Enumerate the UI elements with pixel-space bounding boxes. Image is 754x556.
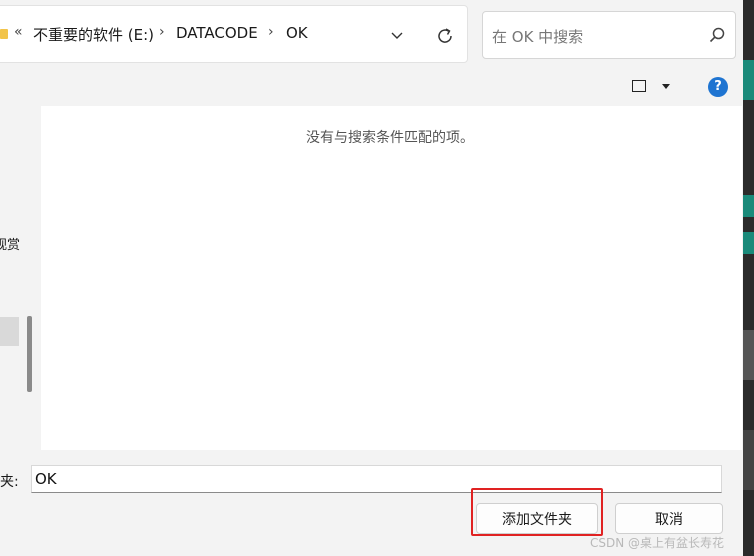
nav-item-partial[interactable]: 视赏: [0, 234, 20, 253]
toolbar: [0, 68, 742, 106]
view-mode-icon[interactable]: [632, 80, 646, 92]
breadcrumb-separator-icon: ›: [159, 24, 165, 40]
help-icon[interactable]: ?: [708, 77, 728, 97]
view-dropdown-icon[interactable]: [662, 84, 670, 89]
highlight-annotation: [471, 488, 603, 536]
nav-scrollbar[interactable]: [27, 316, 32, 392]
background-window-edge: [743, 0, 754, 556]
nav-item-selected[interactable]: [0, 317, 19, 346]
search-icon[interactable]: [708, 26, 726, 44]
breadcrumb-drive[interactable]: 不重要的软件 (E:): [33, 24, 154, 45]
overflow-chevron[interactable]: «: [14, 24, 23, 40]
empty-message: 没有与搜索条件匹配的项。: [306, 130, 474, 146]
breadcrumb-separator-icon: ›: [268, 24, 274, 40]
folder-icon: [0, 29, 8, 39]
refresh-icon[interactable]: [434, 25, 456, 47]
watermark: CSDN @桌上有盆长寿花: [590, 536, 725, 550]
file-list-area[interactable]: [41, 106, 742, 450]
chevron-down-icon[interactable]: [389, 28, 405, 44]
folder-name-input[interactable]: OK: [31, 465, 722, 493]
folder-label: 夹:: [0, 474, 19, 490]
breadcrumb-ok[interactable]: OK: [286, 24, 308, 42]
breadcrumb-datacode[interactable]: DATACODE: [176, 24, 258, 42]
search-placeholder: 在 OK 中搜索: [492, 28, 584, 46]
navigation-pane: [0, 106, 38, 450]
cancel-button[interactable]: 取消: [615, 503, 723, 534]
